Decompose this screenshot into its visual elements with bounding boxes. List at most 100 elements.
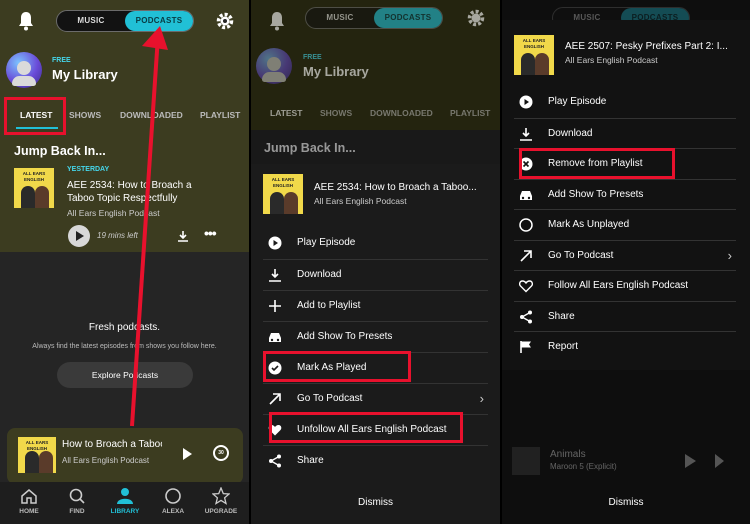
bg-player-artwork <box>512 447 540 475</box>
menu-label: Download <box>548 128 593 139</box>
menu-label: Add Show To Presets <box>548 189 644 200</box>
nav-label: ALEXA <box>161 508 185 515</box>
alexa-icon <box>165 488 181 504</box>
menu-mark-as-unplayed[interactable]: Mark As Unplayed <box>514 209 736 239</box>
menu-label: Add Show To Presets <box>297 331 393 342</box>
artwork-text: ALL EARS ENGLISH <box>271 177 295 188</box>
nav-label: FIND <box>69 508 85 515</box>
highlight-box <box>263 351 411 382</box>
mini-player-title: How to Broach a Taboo Topic <box>62 439 162 450</box>
section-title: Jump Back In... <box>14 144 106 158</box>
nav-label: UPGRADE <box>204 508 238 515</box>
bg-play-icon <box>685 454 696 468</box>
arrow-up-right-icon <box>520 250 532 262</box>
mini-player-show: All Ears English Podcast <box>62 456 150 465</box>
bg-player-artist: Maroon 5 (Explicit) <box>550 462 617 471</box>
section-title: Jump Back In... <box>264 141 356 155</box>
artwork-text: ALL EARS ENGLISH <box>522 38 546 49</box>
menu-label: Mark As Unplayed <box>548 219 630 230</box>
highlight-box <box>519 148 675 179</box>
menu-follow-podcast[interactable]: Follow All Ears English Podcast <box>514 270 736 300</box>
play-button[interactable] <box>68 225 90 247</box>
menu-play-episode[interactable]: Play Episode <box>514 87 736 117</box>
nav-home[interactable]: HOME <box>6 487 52 515</box>
menu-add-show-to-presets[interactable]: Add Show To Presets <box>514 179 736 209</box>
menu-download[interactable]: Download <box>514 118 736 148</box>
artwork-text: ALL EARS ENGLISH <box>25 440 49 451</box>
page-title: My Library <box>52 67 118 82</box>
more-options-icon[interactable]: ••• <box>204 225 217 241</box>
highlight-box <box>4 97 66 135</box>
music-toggle: MUSIC <box>326 13 354 22</box>
share-icon <box>520 310 532 324</box>
nav-label: HOME <box>19 508 39 515</box>
bg-next-icon <box>715 454 727 468</box>
library-tabs: LATEST SHOWS DOWNLOADED PLAYLIST <box>251 98 500 128</box>
nav-upgrade[interactable]: UPGRADE <box>198 487 244 515</box>
menu-label: Add to Playlist <box>297 300 361 311</box>
menu-label: Share <box>297 455 324 466</box>
podcast-artwork: ALL EARS ENGLISH <box>263 174 303 214</box>
plan-badge: FREE <box>52 57 71 64</box>
play-icon[interactable] <box>183 448 192 460</box>
tab-playlist[interactable]: PLAYLIST <box>200 110 240 120</box>
menu-label: Report <box>548 341 579 352</box>
car-icon <box>520 191 532 200</box>
tab-downloaded: DOWNLOADED <box>370 108 433 118</box>
tab-playlist: PLAYLIST <box>450 108 491 118</box>
mini-player[interactable]: ALL EARS ENGLISH How to Broach a Taboo T… <box>7 428 243 484</box>
podcast-artwork[interactable]: ALL EARS ENGLISH <box>14 168 54 208</box>
gear-icon <box>467 9 485 27</box>
sheet-episode-title: AEE 2507: Pesky Prefixes Part 2: I... <box>565 41 728 52</box>
dismiss-button[interactable]: Dismiss <box>502 497 750 508</box>
menu-download[interactable]: Download <box>263 259 488 289</box>
menu-go-to-podcast[interactable]: Go To Podcast › <box>514 240 736 270</box>
page-title: My Library <box>303 64 369 79</box>
share-icon <box>269 454 281 468</box>
arrow-up-right-icon <box>269 393 281 405</box>
podcast-artwork: ALL EARS ENGLISH <box>514 35 554 75</box>
menu-add-to-playlist[interactable]: Add to Playlist <box>263 290 488 320</box>
chevron-right-icon: › <box>479 391 484 406</box>
playlist-episode-options-screen: MUSIC PODCASTS ALL EARS ENGLISH AEE 2507… <box>502 0 750 524</box>
library-icon <box>117 488 133 504</box>
skip-forward-icon[interactable]: 30 <box>213 445 229 461</box>
music-podcast-toggle: MUSIC PODCASTS <box>305 7 443 29</box>
nav-alexa[interactable]: ALEXA <box>150 487 196 515</box>
sheet-episode-title: AEE 2534: How to Broach a Taboo... <box>314 182 477 193</box>
menu-label: Play Episode <box>297 237 356 248</box>
dismiss-button[interactable]: Dismiss <box>251 497 500 508</box>
menu-go-to-podcast[interactable]: Go To Podcast › <box>263 383 488 413</box>
nav-library[interactable]: LIBRARY <box>102 487 148 515</box>
menu-report[interactable]: Report <box>514 331 736 361</box>
gear-icon[interactable] <box>215 11 235 31</box>
tab-shows[interactable]: SHOWS <box>69 110 101 120</box>
nav-find[interactable]: FIND <box>54 487 100 515</box>
artwork-text: ALL EARS ENGLISH <box>22 171 46 182</box>
bell-icon[interactable] <box>18 11 34 31</box>
menu-play-episode[interactable]: Play Episode <box>263 228 488 258</box>
menu-add-show-to-presets[interactable]: Add Show To Presets <box>263 321 488 351</box>
menu-label: Go To Podcast <box>548 250 614 261</box>
star-icon <box>212 487 230 505</box>
nav-label: LIBRARY <box>110 508 140 515</box>
home-icon <box>21 489 37 504</box>
menu-share[interactable]: Share <box>263 445 488 475</box>
download-icon <box>269 269 281 282</box>
empty-circle-icon <box>519 218 533 232</box>
menu-label: Go To Podcast <box>297 393 363 404</box>
music-toggle[interactable]: MUSIC <box>57 11 125 31</box>
avatar[interactable] <box>6 52 42 88</box>
menu-share[interactable]: Share <box>514 301 736 331</box>
menu-label: Play Episode <box>548 96 607 107</box>
tab-shows: SHOWS <box>320 108 353 118</box>
play-circle-icon <box>268 236 282 250</box>
tab-latest: LATEST <box>270 108 303 118</box>
menu-label: Share <box>548 311 575 322</box>
arrow-annotation <box>130 26 168 427</box>
plan-badge: FREE <box>303 54 322 61</box>
car-icon <box>269 333 281 342</box>
menu-label: Follow All Ears English Podcast <box>548 280 689 291</box>
highlight-box <box>269 412 463 443</box>
episode-options-screen: MUSIC PODCASTS FREE My Library LATEST SH… <box>251 0 500 524</box>
